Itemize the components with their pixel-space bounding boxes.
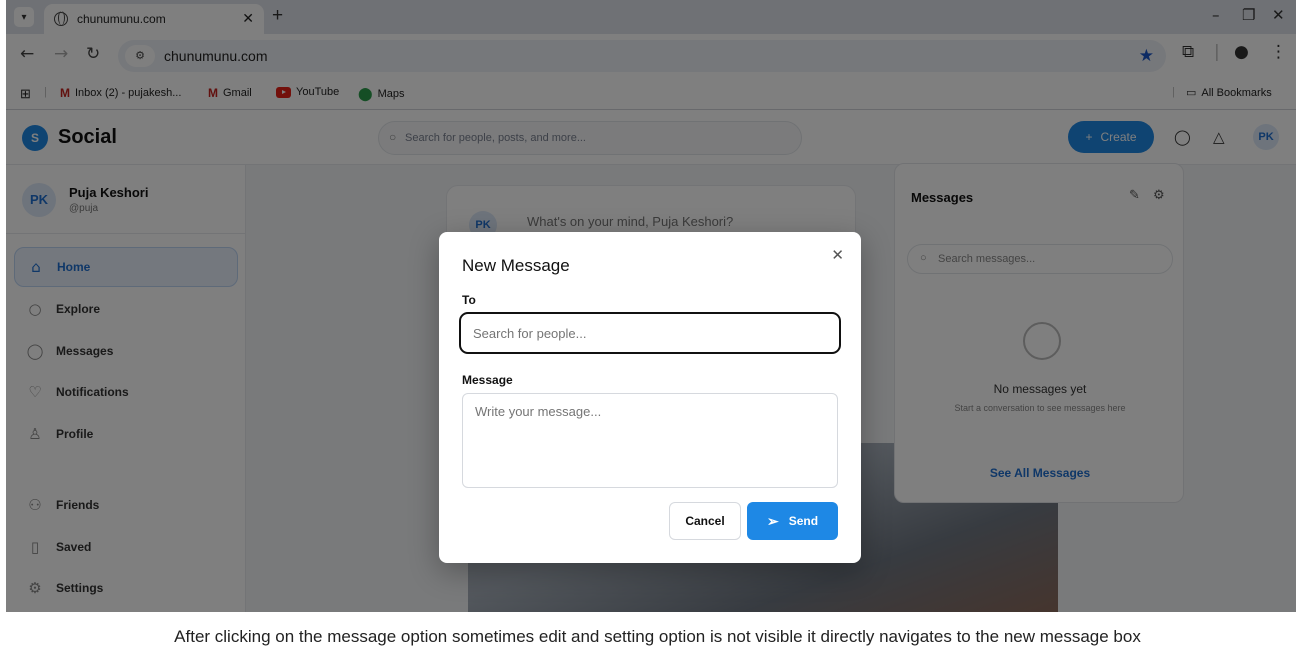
modal-title: New Message [462, 256, 570, 275]
to-label: To [462, 293, 476, 307]
send-button[interactable]: ➢ Send [747, 502, 838, 540]
screenshot: ▾ chunumunu.com ✕ + – ❐ ✕ ← → ↻ ⚙ chunum… [6, 0, 1296, 612]
close-icon[interactable]: ✕ [831, 246, 844, 264]
to-field [459, 312, 841, 354]
caption-text: After clicking on the message option som… [174, 627, 1141, 646]
recipient-search-input[interactable] [473, 323, 823, 343]
send-icon: ➢ [766, 512, 779, 529]
message-textarea[interactable] [475, 404, 825, 480]
cancel-button[interactable]: Cancel [669, 502, 741, 540]
message-label: Message [462, 373, 513, 387]
message-field [462, 393, 838, 488]
new-message-modal: New Message ✕ To Message Cancel ➢ Send [439, 232, 861, 563]
